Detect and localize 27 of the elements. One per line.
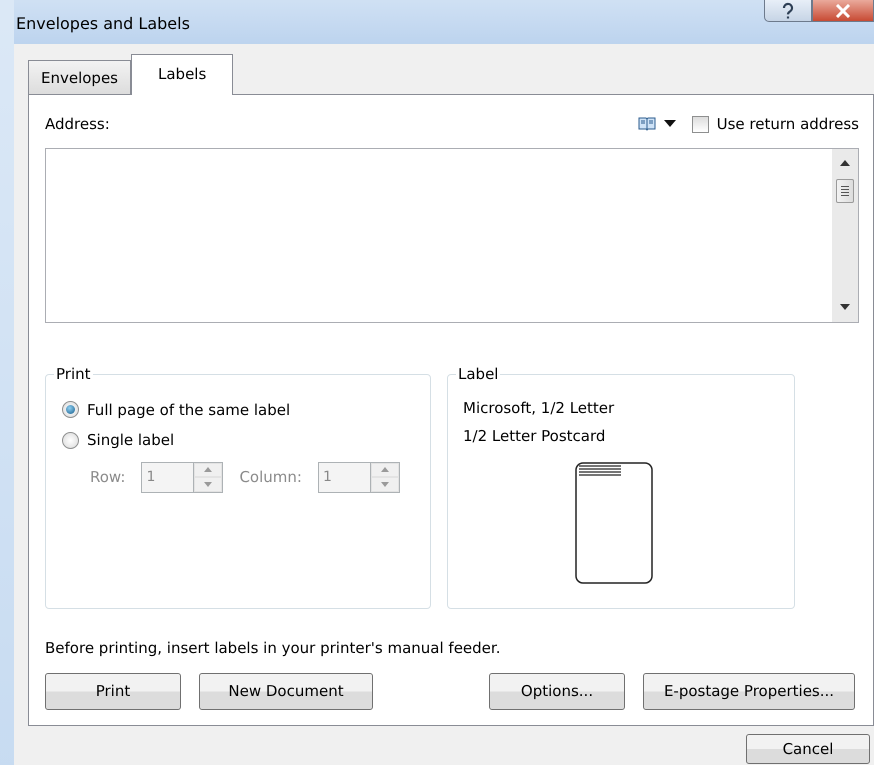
return-address-checkbox[interactable] — [692, 116, 709, 133]
spin-buttons[interactable] — [193, 462, 224, 492]
dialog-button[interactable]: New Document — [199, 673, 373, 710]
return-address-label: Use return address — [716, 114, 859, 135]
close-button[interactable] — [812, 0, 874, 22]
group-title: Label — [456, 364, 500, 382]
dialog-button[interactable]: Options... — [489, 673, 625, 710]
tab[interactable]: Envelopes — [28, 60, 131, 94]
instruction-text: Before printing, insert labels in your printer's manual feeder. — [45, 638, 502, 658]
label-description: 1/2 Letter Postcard — [463, 426, 606, 447]
label-description: Microsoft, 1/2 Letter — [463, 398, 616, 418]
help-icon — [780, 2, 796, 20]
dialog-button[interactable]: E-postage Properties... — [643, 673, 855, 710]
dialog-button[interactable]: Print — [45, 673, 181, 710]
tab[interactable]: Labels — [131, 54, 234, 95]
close-icon — [835, 4, 851, 18]
window-title: Envelopes and Labels — [15, 13, 191, 35]
help-button[interactable] — [764, 0, 812, 22]
spin-buttons[interactable] — [370, 462, 400, 492]
radio-label: Single label — [87, 430, 174, 451]
cancel-button[interactable]: Cancel — [746, 734, 870, 764]
radio-label: Full page of the same label — [87, 400, 290, 420]
radio-button[interactable] — [62, 432, 79, 449]
spin-label: Row: — [90, 466, 126, 488]
radio-button[interactable] — [62, 401, 79, 418]
spin-label: Column: — [239, 466, 302, 488]
address-label: Address: — [45, 114, 111, 135]
